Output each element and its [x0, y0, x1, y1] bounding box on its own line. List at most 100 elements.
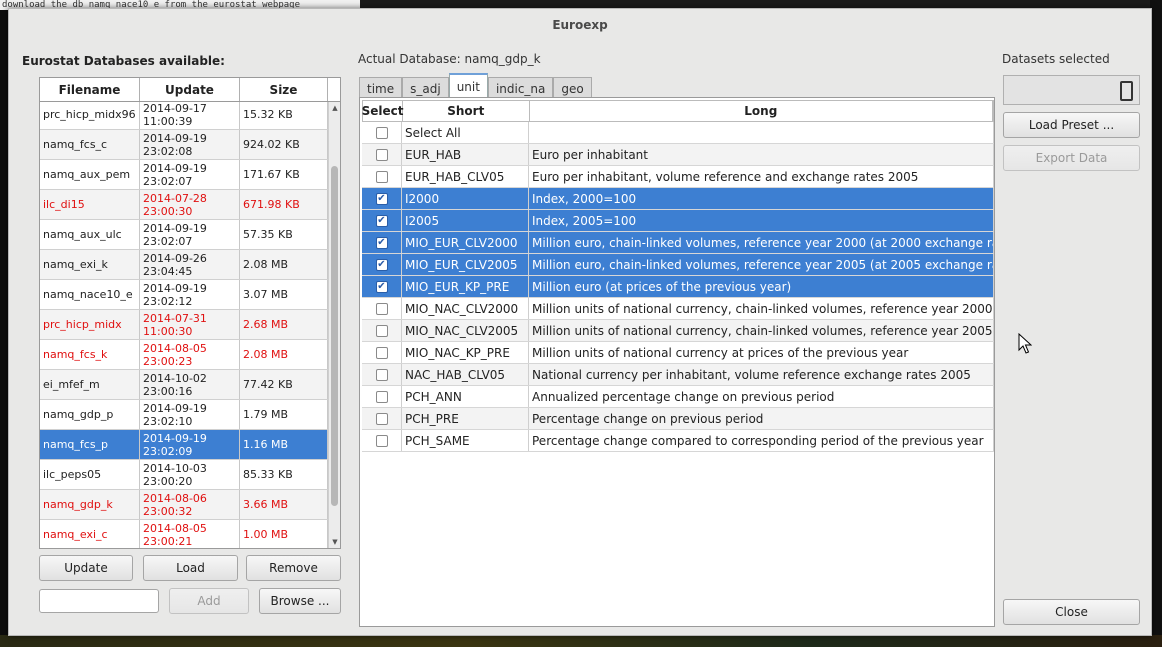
unit-checkbox[interactable]: ✔ [375, 236, 388, 249]
database-update: 2014-09-19 23:02:08 [140, 130, 240, 159]
unit-row[interactable]: PCH_ANN Annualized percentage change on p… [362, 386, 994, 408]
unit-checkbox[interactable] [375, 368, 388, 381]
unit-checkbox[interactable] [375, 148, 388, 161]
database-update-time: 23:04:45 [143, 264, 193, 278]
unit-long: Million euro (at prices of the previous … [529, 276, 994, 297]
column-header-update[interactable]: Update [140, 78, 240, 101]
unit-row[interactable]: EUR_HAB_CLV05 Euro per inhabitant, volume… [362, 166, 994, 188]
unit-checkbox[interactable] [375, 126, 388, 139]
scrollbar-thumb[interactable] [331, 166, 338, 506]
browse-button[interactable]: Browse ... [259, 588, 341, 614]
database-row[interactable]: namq_gdp_k 2014-08-06 23:00:32 3.66 MB [40, 490, 330, 520]
database-table: Filename Update Size prc_hicp_midx96 2014… [39, 77, 341, 549]
database-update-time: 11:00:39 [143, 114, 193, 128]
database-table-scrollbar[interactable]: ▲ ▼ [328, 102, 340, 548]
database-update: 2014-08-05 23:00:21 [140, 520, 240, 548]
database-row[interactable]: namq_fcs_k 2014-08-05 23:00:23 2.08 MB [40, 340, 330, 370]
tab-time[interactable]: time [359, 77, 403, 99]
database-row[interactable]: namq_exi_c 2014-08-05 23:00:21 1.00 MB [40, 520, 330, 548]
add-button[interactable]: Add [169, 588, 249, 614]
database-size: 924.02 KB [240, 130, 328, 159]
database-update: 2014-09-19 23:02:10 [140, 400, 240, 429]
unit-row[interactable]: PCH_PRE Percentage change on previous per… [362, 408, 994, 430]
tab-unit[interactable]: unit [448, 73, 488, 99]
database-row[interactable]: ei_mfef_m 2014-10-02 23:00:16 77.42 KB [40, 370, 330, 400]
database-row[interactable]: prc_hicp_midx 2014-07-31 11:00:30 2.68 MB [40, 310, 330, 340]
database-filename: prc_hicp_midx96 [40, 102, 140, 129]
unit-row[interactable]: ✔ I2000 Index, 2000=100 [362, 188, 994, 210]
unit-short: PCH_PRE [402, 408, 529, 429]
unit-checkbox[interactable] [375, 434, 388, 447]
database-update: 2014-10-02 23:00:16 [140, 370, 240, 399]
unit-checkbox[interactable] [375, 170, 388, 183]
database-row[interactable]: ilc_di15 2014-07-28 23:00:30 671.98 KB [40, 190, 330, 220]
unit-long: Million units of national currency, chai… [529, 298, 994, 319]
unit-checkbox[interactable]: ✔ [375, 258, 388, 271]
unit-row[interactable]: MIO_NAC_KP_PRE Million units of national … [362, 342, 994, 364]
unit-select-cell: ✔ [362, 232, 402, 253]
database-row[interactable]: namq_aux_ulc 2014-09-19 23:02:07 57.35 KB [40, 220, 330, 250]
unit-checkbox[interactable] [375, 390, 388, 403]
unit-row[interactable]: ✔ MIO_EUR_CLV2005 Million euro, chain-link… [362, 254, 994, 276]
database-row[interactable]: prc_hicp_midx96 2014-09-17 11:00:39 15.32 K… [40, 102, 330, 130]
unit-row[interactable]: ✔ I2005 Index, 2005=100 [362, 210, 994, 232]
database-row[interactable]: namq_nace10_e 2014-09-19 23:02:12 3.07 MB [40, 280, 330, 310]
unit-short: Select All [402, 122, 529, 143]
column-header-filename[interactable]: Filename [40, 78, 140, 101]
unit-checkbox[interactable]: ✔ [375, 192, 388, 205]
tab-geo[interactable]: geo [553, 77, 592, 99]
select-all-row[interactable]: Select All [362, 122, 994, 144]
tab-s-adj[interactable]: s_adj [402, 77, 449, 99]
close-button[interactable]: Close [1003, 599, 1140, 625]
unit-row[interactable]: NAC_HAB_CLV05 National currency per inhab… [362, 364, 994, 386]
unit-checkbox[interactable] [375, 302, 388, 315]
database-update: 2014-09-19 23:02:09 [140, 430, 240, 459]
unit-long [529, 122, 994, 143]
database-size: 57.35 KB [240, 220, 328, 249]
database-size: 3.66 MB [240, 490, 328, 519]
unit-row[interactable]: PCH_SAME Percentage change compared to co… [362, 430, 994, 452]
chevron-down-icon[interactable]: ▼ [329, 536, 340, 548]
unit-row[interactable]: MIO_NAC_CLV2000 Million units of national… [362, 298, 994, 320]
database-row[interactable]: namq_exi_k 2014-09-26 23:04:45 2.08 MB [40, 250, 330, 280]
unit-long: Euro per inhabitant, volume reference an… [529, 166, 994, 187]
unit-row[interactable]: EUR_HAB Euro per inhabitant [362, 144, 994, 166]
load-button[interactable]: Load [143, 555, 238, 581]
unit-checkbox[interactable]: ✔ [375, 280, 388, 293]
database-row[interactable]: namq_fcs_p 2014-09-19 23:02:09 1.16 MB [40, 430, 330, 460]
unit-row[interactable]: MIO_NAC_CLV2005 Million units of national… [362, 320, 994, 342]
check-icon: ✔ [377, 214, 386, 226]
database-row[interactable]: ilc_peps05 2014-10-03 23:00:20 85.33 KB [40, 460, 330, 490]
column-header-short[interactable]: Short [403, 101, 530, 121]
column-header-long[interactable]: Long [530, 101, 993, 121]
database-update-date: 2014-07-28 [143, 191, 207, 205]
unit-long: Euro per inhabitant [529, 144, 994, 165]
database-update-time: 23:00:32 [143, 504, 193, 518]
database-update-date: 2014-09-26 [143, 251, 207, 265]
unit-checkbox[interactable] [375, 412, 388, 425]
tab-indic-na[interactable]: indic_na [487, 77, 554, 99]
unit-checkbox[interactable]: ✔ [375, 214, 388, 227]
export-data-button[interactable]: Export Data [1003, 145, 1140, 171]
database-update-date: 2014-09-19 [143, 281, 207, 295]
database-size: 1.16 MB [240, 430, 328, 459]
remove-button[interactable]: Remove [246, 555, 341, 581]
chevron-up-icon[interactable]: ▲ [329, 102, 340, 114]
unit-row[interactable]: ✔ MIO_EUR_CLV2000 Million euro, chain-link… [362, 232, 994, 254]
load-preset-button[interactable]: Load Preset ... [1003, 112, 1140, 138]
update-button[interactable]: Update [39, 555, 133, 581]
database-path-input[interactable] [39, 589, 159, 613]
database-filename: namq_exi_k [40, 250, 140, 279]
database-row[interactable]: namq_fcs_c 2014-09-19 23:02:08 924.02 KB [40, 130, 330, 160]
column-header-select[interactable]: Select [362, 101, 403, 121]
database-update: 2014-09-19 23:02:07 [140, 220, 240, 249]
unit-checkbox[interactable] [375, 346, 388, 359]
unit-short: MIO_EUR_CLV2000 [402, 232, 529, 253]
column-header-size[interactable]: Size [240, 78, 328, 101]
database-row[interactable]: namq_aux_pem 2014-09-19 23:02:07 171.67 KB [40, 160, 330, 190]
unit-row[interactable]: ✔ MIO_EUR_KP_PRE Million euro (at prices o… [362, 276, 994, 298]
unit-checkbox[interactable] [375, 324, 388, 337]
database-update-date: 2014-08-05 [143, 341, 207, 355]
unit-short: MIO_EUR_CLV2005 [402, 254, 529, 275]
database-row[interactable]: namq_gdp_p 2014-09-19 23:02:10 1.79 MB [40, 400, 330, 430]
